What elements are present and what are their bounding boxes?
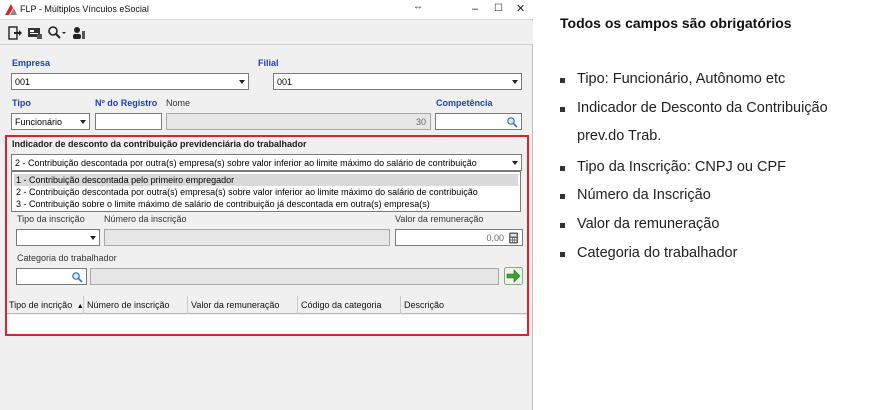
- chevron-down-icon: [90, 236, 96, 240]
- sort-asc-icon: ▲: [76, 303, 84, 310]
- numero-inscricao-label: Número da inscrição: [104, 214, 187, 224]
- note-indicador: Indicador de Desconto da Contribuição: [577, 100, 828, 116]
- filial-value: 001: [277, 77, 293, 87]
- column-codigo-categoria[interactable]: Código da categoria: [299, 296, 401, 314]
- competencia-label: Competência: [436, 98, 493, 108]
- notes-title: Todos os campos são obrigatórios: [560, 15, 792, 31]
- toolbar: [0, 21, 533, 45]
- empresa-label: Empresa: [12, 58, 51, 68]
- close-button[interactable]: ✕: [516, 3, 525, 15]
- valor-remuneracao-input[interactable]: 0,00: [395, 229, 523, 246]
- bullet-icon: [560, 78, 565, 83]
- valor-remuneracao-label: Valor da remuneração: [395, 214, 484, 224]
- chevron-down-icon: [512, 80, 518, 84]
- filial-label: Filial: [258, 58, 279, 68]
- indicador-select[interactable]: 2 - Contribuição descontada por outra(s)…: [11, 154, 522, 171]
- tipo-select[interactable]: Funcionário: [11, 113, 90, 130]
- search-icon[interactable]: [71, 271, 83, 283]
- empresa-value: 001: [15, 77, 31, 87]
- tipo-label: Tipo: [12, 98, 31, 108]
- calculator-icon[interactable]: [508, 232, 519, 244]
- chevron-down-icon: [239, 80, 245, 84]
- column-valor-remuneracao[interactable]: Valor da remuneração: [189, 296, 298, 314]
- bullet-icon: [560, 194, 565, 199]
- indicador-options-list: 1 - Contribuição descontada pelo primeir…: [11, 171, 521, 212]
- competencia-input[interactable]: [435, 113, 522, 130]
- arrow-right-icon[interactable]: [504, 267, 523, 285]
- indicador-selected: 2 - Contribuição descontada por outra(s)…: [15, 158, 477, 168]
- nome-field: 30: [166, 113, 431, 130]
- title-bar: FLP - Múltiplos Vínculos eSocial ↔ – ☐ ✕: [0, 0, 533, 20]
- nome-value: 30: [415, 117, 426, 127]
- note-indicador-cont: prev.do Trab.: [577, 128, 662, 144]
- inscricoes-grid-body[interactable]: [7, 315, 527, 334]
- app-logo-icon: [5, 4, 17, 15]
- chevron-down-icon: [80, 120, 86, 124]
- search-icon[interactable]: [506, 116, 518, 128]
- exit-icon[interactable]: [8, 25, 22, 41]
- column-descricao[interactable]: Descrição: [402, 296, 527, 314]
- note-categoria: Categoria do trabalhador: [577, 245, 738, 261]
- indicador-option-3[interactable]: 3 - Contribuição sobre o limite máximo d…: [14, 198, 518, 210]
- note-numero-inscricao: Número da Inscrição: [577, 187, 711, 203]
- categoria-label: Categoria do trabalhador: [17, 253, 117, 263]
- categoria-descricao-field: [90, 268, 499, 285]
- indicador-option-1[interactable]: 1 - Contribuição descontada pelo primeir…: [14, 174, 518, 186]
- inscricoes-grid-header: Tipo de incrição ▲ Número de inscrição V…: [7, 296, 527, 314]
- tipo-value: Funcionário: [15, 117, 63, 127]
- column-tipo-inscricao[interactable]: Tipo de incrição ▲: [7, 296, 84, 314]
- registro-label: Nº do Registro: [95, 98, 158, 108]
- registro-input[interactable]: [95, 113, 162, 130]
- bullet-icon: [560, 166, 565, 171]
- empresa-select[interactable]: 001: [11, 73, 249, 90]
- minimize-button[interactable]: –: [472, 3, 478, 15]
- categoria-input[interactable]: [16, 268, 87, 285]
- indicador-option-2[interactable]: 2 - Contribuição descontada por outra(s)…: [14, 186, 518, 198]
- chevron-down-icon: [512, 161, 518, 165]
- tipo-inscricao-select[interactable]: [16, 229, 100, 246]
- tipo-inscricao-label: Tipo da inscrição: [17, 214, 85, 224]
- filial-select[interactable]: 001: [273, 73, 522, 90]
- column-numero-inscricao[interactable]: Número de inscrição: [85, 296, 188, 314]
- main-window: FLP - Múltiplos Vínculos eSocial ↔ – ☐ ✕…: [0, 0, 533, 410]
- indicador-label: Indicador de desconto da contribuição pr…: [12, 139, 307, 149]
- nome-label: Nome: [166, 98, 191, 108]
- note-valor-remuneracao: Valor da remuneração: [577, 216, 720, 232]
- bullet-icon: [560, 107, 565, 112]
- numero-inscricao-field: [104, 229, 390, 246]
- note-tipo-inscricao: Tipo da Inscrição: CNPJ ou CPF: [577, 159, 786, 175]
- maximize-button[interactable]: ☐: [494, 3, 503, 15]
- window-title: FLP - Múltiplos Vínculos eSocial: [20, 4, 149, 14]
- bullet-icon: [560, 223, 565, 228]
- bullet-icon: [560, 252, 565, 257]
- notes-panel: Todos os campos são obrigatórios Tipo: F…: [540, 0, 890, 410]
- valor-remuneracao-value: 0,00: [486, 233, 504, 243]
- note-tipo: Tipo: Funcionário, Autônomo etc: [577, 71, 786, 87]
- card-icon[interactable]: [27, 25, 43, 41]
- user-icon[interactable]: [72, 25, 86, 41]
- resize-cursor-icon: ↔: [413, 1, 423, 12]
- search-icon[interactable]: [47, 25, 67, 41]
